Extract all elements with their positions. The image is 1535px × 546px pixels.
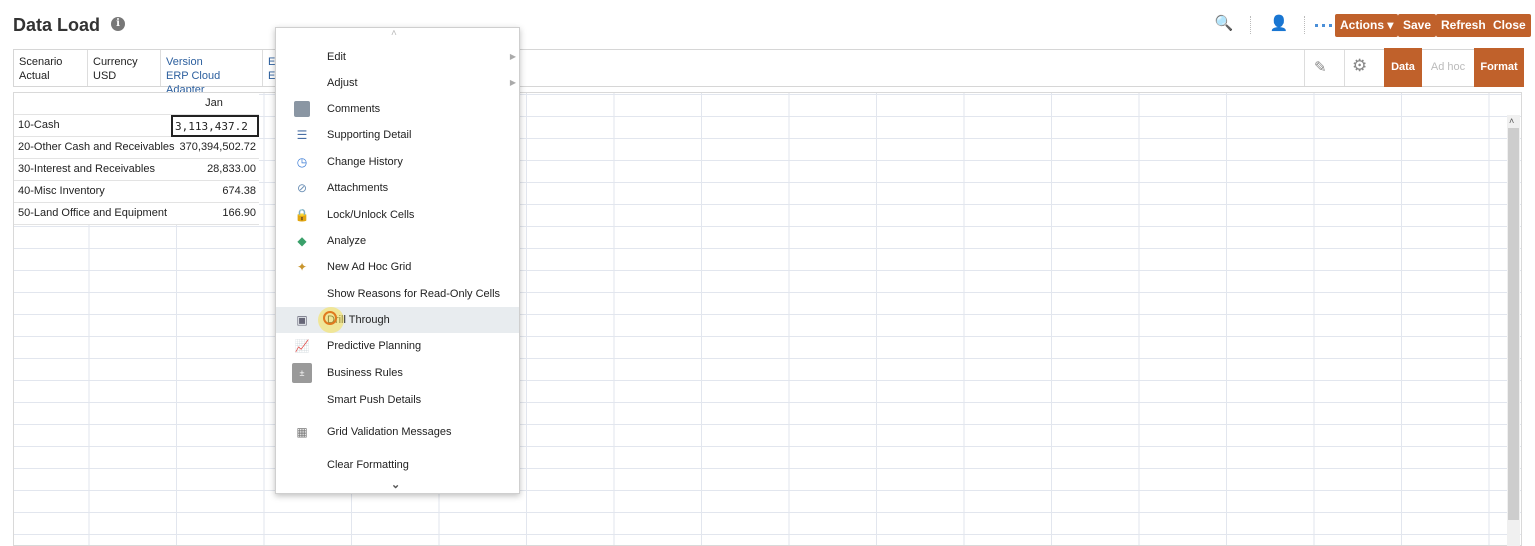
row-label: 40-Misc Inventory — [18, 185, 105, 197]
pov-bar: Scenario Actual Currency USD Version ERP Cl… — [13, 49, 1522, 96]
menu-item-clear-formatting[interactable]: Clear Formatting — [276, 452, 519, 478]
tab-format[interactable]: Format — [1474, 48, 1524, 87]
menu-label: Analyze — [327, 235, 367, 247]
pov-member: USD — [93, 70, 117, 82]
paperclip-icon: ⊘ — [296, 181, 308, 195]
menu-item-edit[interactable]: Edit ▶ — [276, 44, 519, 70]
submenu-arrow-icon: ▶ — [509, 78, 516, 87]
row-label: 10-Cash — [18, 119, 60, 131]
page-title: Data Load — [13, 15, 101, 35]
menu-label: Edit — [327, 51, 346, 63]
menu-item-comments[interactable]: Comments — [276, 96, 519, 122]
pov-member: Actual — [19, 70, 50, 82]
menu-item-predictive-planning[interactable]: 📈 Predictive Planning — [276, 333, 519, 359]
row-label: 50-Land Office and Equipment — [18, 207, 168, 219]
table-row: 40-Misc Inventory 674.38 — [14, 181, 259, 203]
pov-version[interactable]: Version ERP Cloud Adapter — [161, 50, 263, 96]
menu-item-analyze[interactable]: ◆ Analyze — [276, 228, 519, 254]
row-label: 30-Interest and Receivables — [18, 163, 155, 175]
column-header-jan: Jan — [205, 97, 223, 109]
pov-dim: Version — [166, 56, 203, 68]
info-icon[interactable]: i — [111, 17, 125, 31]
more-icon[interactable] — [1315, 24, 1332, 27]
menu-label: Lock/Unlock Cells — [327, 209, 415, 221]
cell-value[interactable]: 28,833.00 — [172, 163, 256, 175]
menu-item-new-adhoc-grid[interactable]: ✦ New Ad Hoc Grid — [276, 254, 519, 280]
menu-label: Attachments — [327, 182, 389, 194]
close-button[interactable]: Close — [1488, 14, 1531, 37]
menu-label: Predictive Planning — [327, 340, 422, 352]
grid-check-icon: ▦ — [296, 425, 308, 439]
user-settings-icon[interactable]: 👤 — [1267, 14, 1291, 36]
column-header-row: Jan — [14, 93, 259, 115]
menu-label: New Ad Hoc Grid — [327, 261, 412, 273]
menu-item-attachments[interactable]: ⊘ Attachments — [276, 175, 519, 201]
submenu-arrow-icon: ▶ — [509, 52, 516, 61]
menu-label: Change History — [327, 156, 403, 168]
pov-dim: Currency — [93, 56, 138, 68]
menu-item-drill-through[interactable]: ▣ Drill Through — [276, 307, 519, 333]
menu-label: Supporting Detail — [327, 129, 412, 141]
calculator-icon: ± — [292, 363, 312, 383]
supporting-detail-icon: ☰ — [296, 128, 308, 142]
tab-adhoc[interactable]: Ad hoc — [1424, 48, 1472, 87]
menu-item-show-reasons[interactable]: Show Reasons for Read-Only Cells — [276, 281, 519, 307]
menu-item-smart-push-details[interactable]: Smart Push Details — [276, 387, 519, 413]
divider — [1304, 50, 1305, 86]
refresh-button[interactable]: Refresh — [1436, 14, 1491, 37]
menu-item-grid-validation[interactable]: ▦ Grid Validation Messages — [276, 419, 519, 445]
cell-value[interactable]: 674.38 — [172, 185, 256, 197]
comment-icon — [294, 101, 310, 117]
cursor-ring-icon — [323, 311, 337, 325]
divider — [1344, 50, 1345, 86]
divider — [1250, 16, 1251, 34]
cell-input[interactable]: 3,113,437.2 — [171, 115, 259, 137]
gear-icon[interactable]: ⚙ — [1352, 56, 1367, 76]
history-icon: ◷ — [296, 155, 308, 169]
scroll-up-icon[interactable]: ˄ — [391, 28, 397, 39]
pov-currency[interactable]: Currency USD — [88, 50, 161, 86]
menu-item-lock-unlock[interactable]: 🔒 Lock/Unlock Cells — [276, 202, 519, 228]
menu-item-change-history[interactable]: ◷ Change History — [276, 149, 519, 175]
divider — [1304, 16, 1305, 34]
menu-label: Comments — [327, 103, 381, 115]
scrollbar-thumb[interactable] — [1508, 128, 1519, 520]
table-row: 50-Land Office and Equipment 166.90 — [14, 203, 259, 225]
chart-icon: 📈 — [294, 339, 310, 353]
cell-value[interactable]: 370,394,502.72 — [172, 141, 256, 153]
search-members-icon[interactable]: 🔍 — [1212, 14, 1236, 36]
drill-icon: ▣ — [296, 313, 308, 327]
analyze-icon: ◆ — [297, 234, 307, 248]
menu-item-supporting-detail[interactable]: ☰ Supporting Detail — [276, 122, 519, 148]
menu-label: Smart Push Details — [327, 394, 422, 406]
row-label: 20-Other Cash and Receivables — [18, 141, 175, 153]
menu-label: Business Rules — [327, 367, 403, 379]
lock-icon: 🔒 — [294, 208, 310, 222]
menu-label: Adjust — [327, 77, 358, 89]
pencil-icon[interactable]: ✎ — [1314, 58, 1327, 76]
adhoc-icon: ✦ — [296, 260, 308, 274]
menu-item-adjust[interactable]: Adjust ▶ — [276, 70, 519, 96]
save-button[interactable]: Save — [1398, 14, 1437, 37]
menu-label: Grid Validation Messages — [327, 426, 452, 438]
actions-button[interactable]: Actions ▾ — [1335, 14, 1399, 37]
tab-data[interactable]: Data — [1384, 48, 1422, 87]
table-row: 20-Other Cash and Receivables 370,394,502… — [14, 137, 259, 159]
scroll-down-icon[interactable]: ⌄ — [391, 478, 400, 491]
menu-label: Clear Formatting — [327, 459, 409, 471]
table-row: 30-Interest and Receivables 28,833.00 — [14, 159, 259, 181]
table-row: 10-Cash 3,113,437.2 — [14, 115, 259, 137]
scroll-up-icon[interactable]: ˄ — [1509, 116, 1514, 126]
context-menu: ˄ Edit ▶ Adjust ▶ Comments ☰ Supporting Det… — [275, 27, 520, 494]
menu-label: Show Reasons for Read-Only Cells — [327, 288, 501, 300]
menu-item-business-rules[interactable]: ± Business Rules — [276, 360, 519, 386]
data-grid: Jan 10-Cash 3,113,437.2 20-Other Cash an… — [13, 92, 1522, 546]
pov-scenario[interactable]: Scenario Actual — [14, 50, 88, 86]
cell-value[interactable]: 166.90 — [172, 207, 256, 219]
pov-dim: Scenario — [19, 56, 63, 68]
